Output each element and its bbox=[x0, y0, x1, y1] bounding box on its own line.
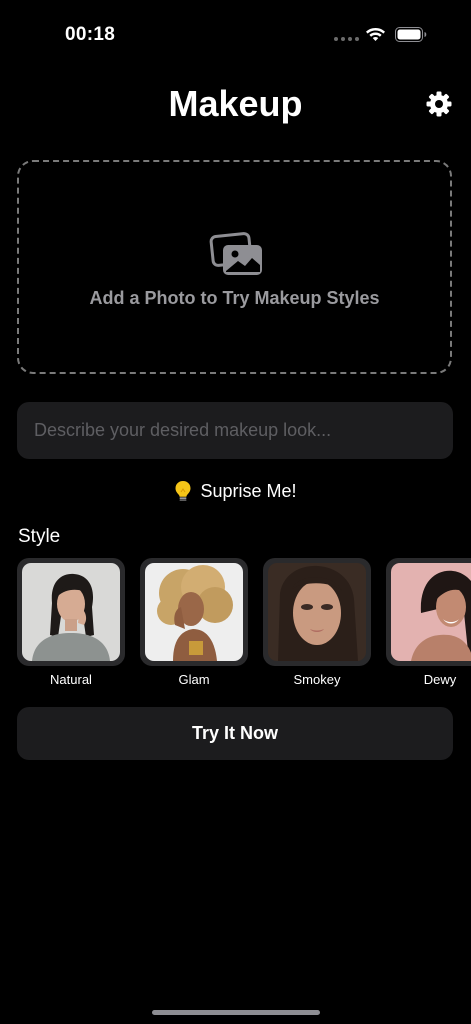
page-title: Makeup bbox=[168, 83, 303, 124]
battery-icon bbox=[395, 27, 427, 42]
style-thumbnail bbox=[140, 558, 248, 666]
cellular-signal-icon bbox=[334, 37, 359, 41]
style-label: Smokey bbox=[293, 672, 341, 687]
status-time: 00:18 bbox=[65, 24, 116, 45]
style-label: Natural bbox=[50, 672, 92, 687]
surprise-me-label: Suprise Me! bbox=[200, 480, 297, 501]
status-bar: 00:18 bbox=[0, 0, 471, 60]
style-option-smokey[interactable]: Smokey bbox=[263, 558, 371, 687]
add-photo-label: Add a Photo to Try Makeup Styles bbox=[89, 288, 380, 308]
surprise-me-button[interactable]: Suprise Me! bbox=[0, 480, 471, 502]
home-indicator bbox=[152, 1010, 320, 1015]
photos-icon bbox=[209, 232, 262, 275]
add-photo-dropzone[interactable]: Add a Photo to Try Makeup Styles bbox=[17, 160, 452, 374]
style-option-natural[interactable]: Natural bbox=[17, 558, 125, 687]
style-thumbnail bbox=[386, 558, 471, 666]
try-it-now-button[interactable]: Try It Now bbox=[17, 707, 453, 760]
style-thumbnail bbox=[263, 558, 371, 666]
style-thumbnail bbox=[17, 558, 125, 666]
dewy-style-photo bbox=[391, 563, 471, 661]
settings-button[interactable] bbox=[425, 90, 453, 118]
style-heading: Style bbox=[18, 526, 61, 547]
style-option-glam[interactable]: Glam bbox=[140, 558, 248, 687]
style-label: Dewy bbox=[423, 672, 457, 687]
makeup-description-input[interactable] bbox=[17, 402, 453, 459]
style-carousel[interactable]: Natural Glam Smokey Dewy bbox=[17, 558, 471, 688]
style-option-dewy[interactable]: Dewy bbox=[386, 558, 471, 687]
wifi-icon bbox=[366, 28, 385, 41]
gear-icon bbox=[426, 91, 452, 117]
lightbulb-icon bbox=[175, 481, 191, 501]
glam-style-photo bbox=[145, 563, 243, 661]
smokey-style-photo bbox=[268, 563, 366, 661]
natural-style-photo bbox=[22, 563, 120, 661]
style-label: Glam bbox=[178, 672, 210, 687]
